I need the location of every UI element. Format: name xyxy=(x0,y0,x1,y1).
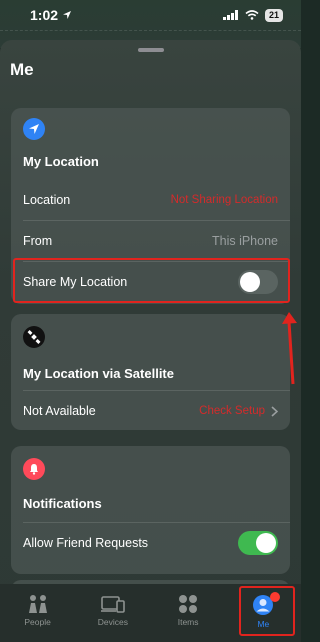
from-label: From xyxy=(23,234,53,248)
satellite-status-row[interactable]: Not Available Check Setup xyxy=(11,391,290,431)
me-tab-highlight xyxy=(239,586,295,636)
satellite-status-value: Check Setup xyxy=(199,405,265,417)
location-label: Location xyxy=(23,193,71,207)
tab-devices[interactable]: Devices xyxy=(75,584,150,642)
share-location-highlight xyxy=(13,258,290,303)
toggle-knob xyxy=(256,533,276,553)
notifications-card: Notifications Allow Friend Requests xyxy=(11,446,290,574)
satellite-status-label: Not Available xyxy=(23,404,96,418)
devices-icon xyxy=(100,596,125,613)
bell-badge-icon xyxy=(23,458,45,480)
tab-people[interactable]: People xyxy=(0,584,75,642)
status-bar: 1:02 21 xyxy=(0,0,301,30)
location-arrow-icon xyxy=(63,11,72,19)
satellite-card: My Location via Satellite Not Available … xyxy=(11,314,290,430)
location-row: Location Not Sharing Location xyxy=(11,180,290,220)
wifi-icon xyxy=(245,10,259,20)
from-value: This iPhone xyxy=(211,234,278,248)
friend-requests-row[interactable]: Allow Friend Requests xyxy=(11,523,290,563)
tab-label: Items xyxy=(177,617,199,627)
from-row: From This iPhone xyxy=(11,221,290,261)
page-title: Me xyxy=(10,60,34,79)
items-icon xyxy=(179,595,198,613)
status-time: 1:02 xyxy=(30,7,59,23)
notifications-heading: Notifications xyxy=(23,496,102,511)
friend-requests-label: Allow Friend Requests xyxy=(23,536,149,550)
friend-requests-toggle[interactable] xyxy=(238,531,278,555)
status-indicators: 21 xyxy=(222,8,283,22)
location-arrow-badge-icon xyxy=(23,118,45,140)
my-location-heading: My Location xyxy=(23,154,99,169)
sheet-grabber[interactable] xyxy=(138,48,164,52)
status-time-group: 1:02 xyxy=(30,7,72,23)
me-sheet: Me My Location Location Not Sharing Loca… xyxy=(0,40,301,642)
annotation-arrow-icon xyxy=(282,312,297,385)
satellite-badge-icon xyxy=(23,326,45,348)
cellular-signal-icon xyxy=(222,10,238,20)
satellite-heading: My Location via Satellite xyxy=(23,366,174,381)
tab-items[interactable]: Items xyxy=(151,584,226,642)
people-icon xyxy=(28,595,47,613)
satellite-status-link[interactable]: Check Setup xyxy=(199,405,278,417)
battery-indicator: 21 xyxy=(264,8,283,22)
tab-label: Devices xyxy=(97,617,128,627)
location-value: Not Sharing Location xyxy=(170,194,278,206)
tab-label: People xyxy=(24,617,51,627)
chevron-right-icon xyxy=(271,405,278,417)
